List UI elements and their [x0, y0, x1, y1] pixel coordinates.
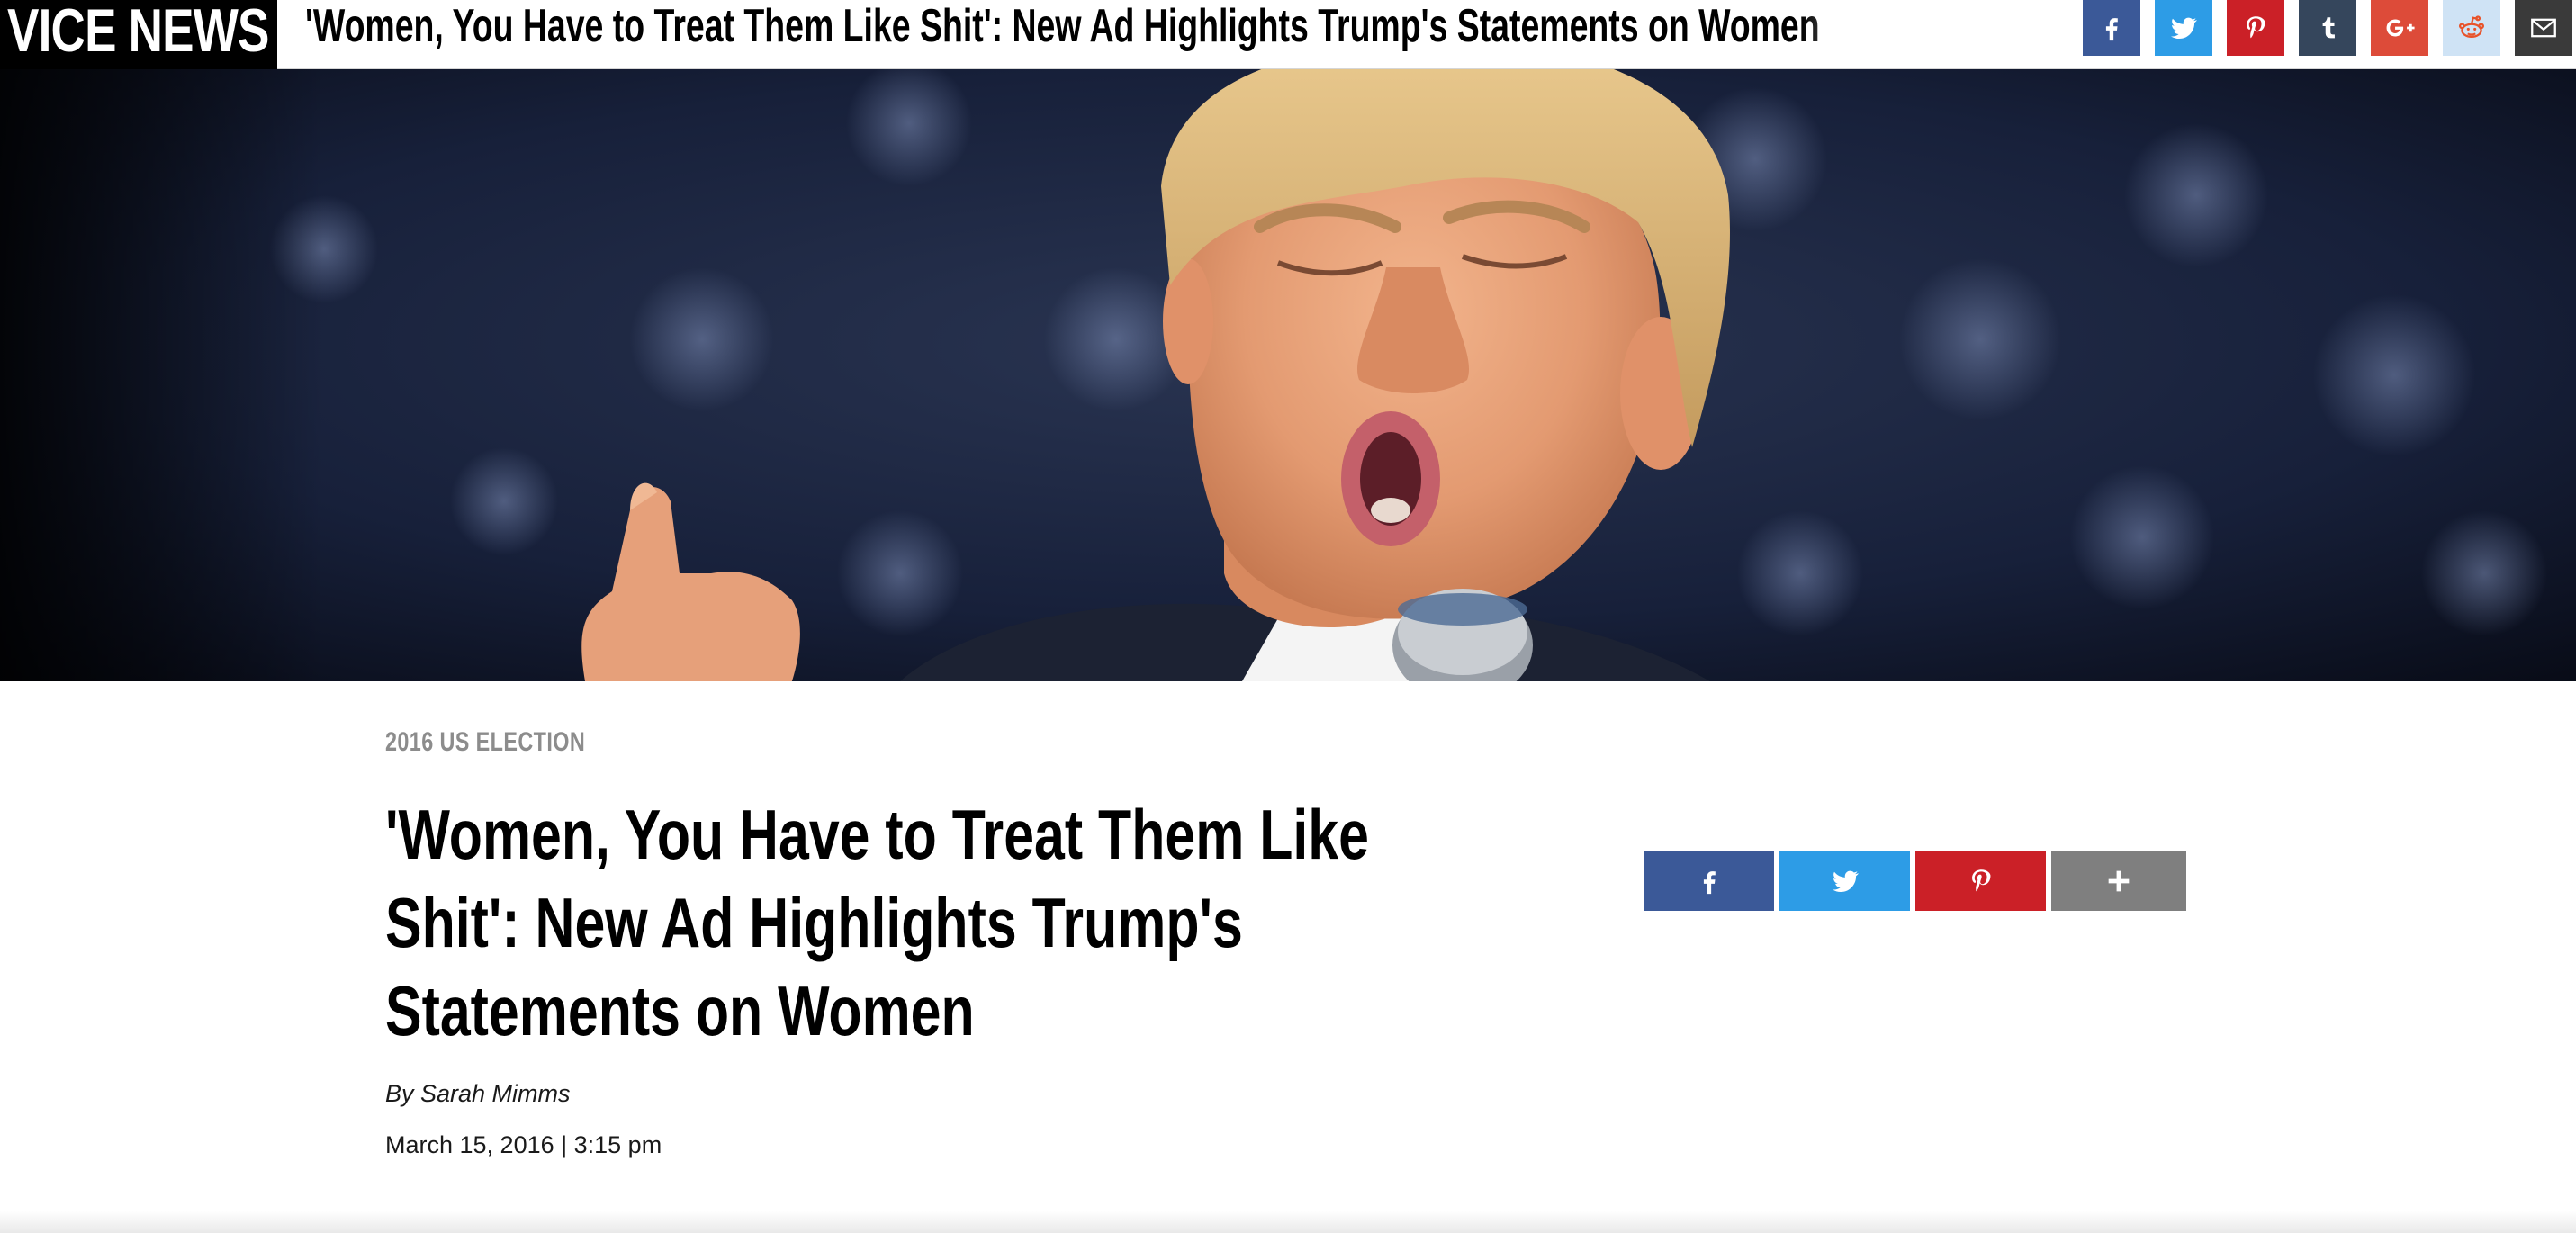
reddit-icon	[2458, 15, 2485, 39]
headline-fade	[1800, 0, 1908, 63]
article-share-bar	[1644, 851, 2186, 911]
sticky-headline: 'Women, You Have to Treat Them Like Shit…	[305, 0, 1820, 52]
facebook-icon	[2105, 18, 2118, 41]
hero-image	[0, 69, 2576, 681]
google-plus-icon	[2386, 19, 2415, 37]
top-bar: VICE NEWS 'Women, You Have to Treat Them…	[0, 0, 2576, 69]
pinterest-icon	[1971, 869, 1990, 892]
twitter-icon	[1832, 870, 1859, 893]
twitter-icon	[2170, 17, 2197, 40]
article-share-facebook-button[interactable]	[1644, 851, 1774, 911]
mail-icon	[2531, 18, 2556, 38]
article-title: 'Women, You Have to Treat Them Like Shit…	[385, 795, 1369, 1050]
category-label[interactable]: 2016 US ELECTION	[385, 727, 585, 758]
facebook-icon	[1703, 871, 1716, 895]
tumblr-icon	[2322, 17, 2335, 39]
article-share-pinterest-button[interactable]	[1915, 851, 2046, 911]
share-email-button[interactable]	[2515, 0, 2572, 56]
publish-date: March 15, 2016 | 3:15 pm	[385, 1131, 662, 1158]
top-share-bar	[2083, 0, 2576, 56]
share-twitter-button[interactable]	[2155, 0, 2212, 56]
article-share-twitter-button[interactable]	[1779, 851, 1910, 911]
hero-photo-illustration	[0, 69, 2576, 681]
vice-news-logo[interactable]: VICE NEWS	[0, 0, 277, 69]
share-pinterest-button[interactable]	[2227, 0, 2284, 56]
article-share-more-button[interactable]	[2051, 851, 2186, 911]
plus-icon	[2108, 870, 2130, 892]
byline: By Sarah Mimms	[385, 1080, 571, 1107]
share-reddit-button[interactable]	[2443, 0, 2500, 56]
share-facebook-button[interactable]	[2083, 0, 2140, 56]
pinterest-icon	[2247, 16, 2265, 39]
page-bottom-edge	[0, 1210, 2576, 1233]
share-tumblr-button[interactable]	[2299, 0, 2356, 56]
logo-text: VICE NEWS	[7, 0, 269, 65]
share-google-plus-button[interactable]	[2371, 0, 2428, 56]
